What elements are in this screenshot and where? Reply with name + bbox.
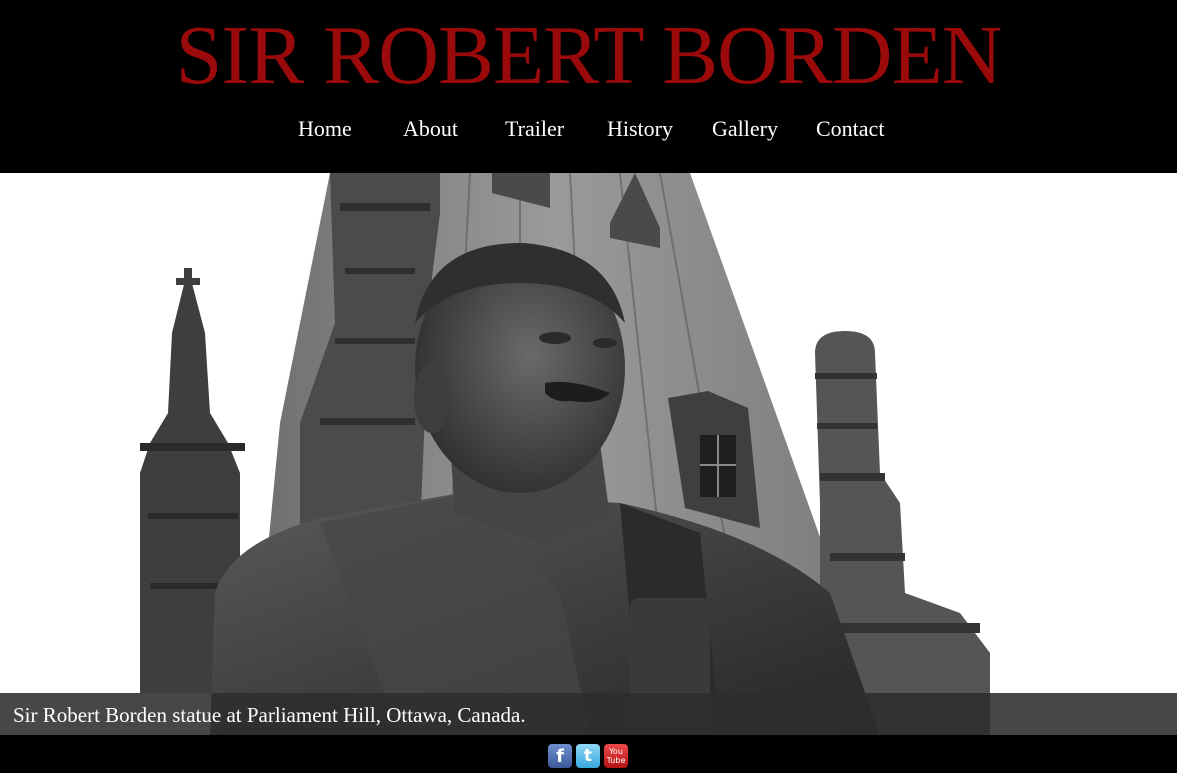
site-footer: f t You Tube	[0, 735, 1177, 773]
site-title: SIR ROBERT BORDEN	[175, 9, 1003, 102]
image-caption: Sir Robert Borden statue at Parliament H…	[13, 703, 526, 727]
nav-history[interactable]: History	[607, 116, 673, 142]
statue-photo	[0, 173, 1177, 735]
youtube-icon-bottom: Tube	[606, 756, 626, 765]
caption-bar: Sir Robert Borden statue at Parliament H…	[0, 693, 1177, 735]
nav-about[interactable]: About	[403, 116, 458, 142]
nav-home[interactable]: Home	[298, 116, 352, 142]
hero-image	[0, 173, 1177, 735]
youtube-icon-top: You	[609, 747, 623, 756]
nav-gallery[interactable]: Gallery	[712, 116, 778, 142]
nav-contact[interactable]: Contact	[816, 116, 884, 142]
nav-trailer[interactable]: Trailer	[505, 116, 564, 142]
facebook-icon[interactable]: f	[548, 744, 572, 768]
main-nav: Home About Trailer History Gallery Conta…	[0, 116, 1177, 146]
youtube-icon[interactable]: You Tube	[604, 744, 628, 768]
twitter-icon[interactable]: t	[576, 744, 600, 768]
site-header: SIR ROBERT BORDEN Home About Trailer His…	[0, 0, 1177, 173]
